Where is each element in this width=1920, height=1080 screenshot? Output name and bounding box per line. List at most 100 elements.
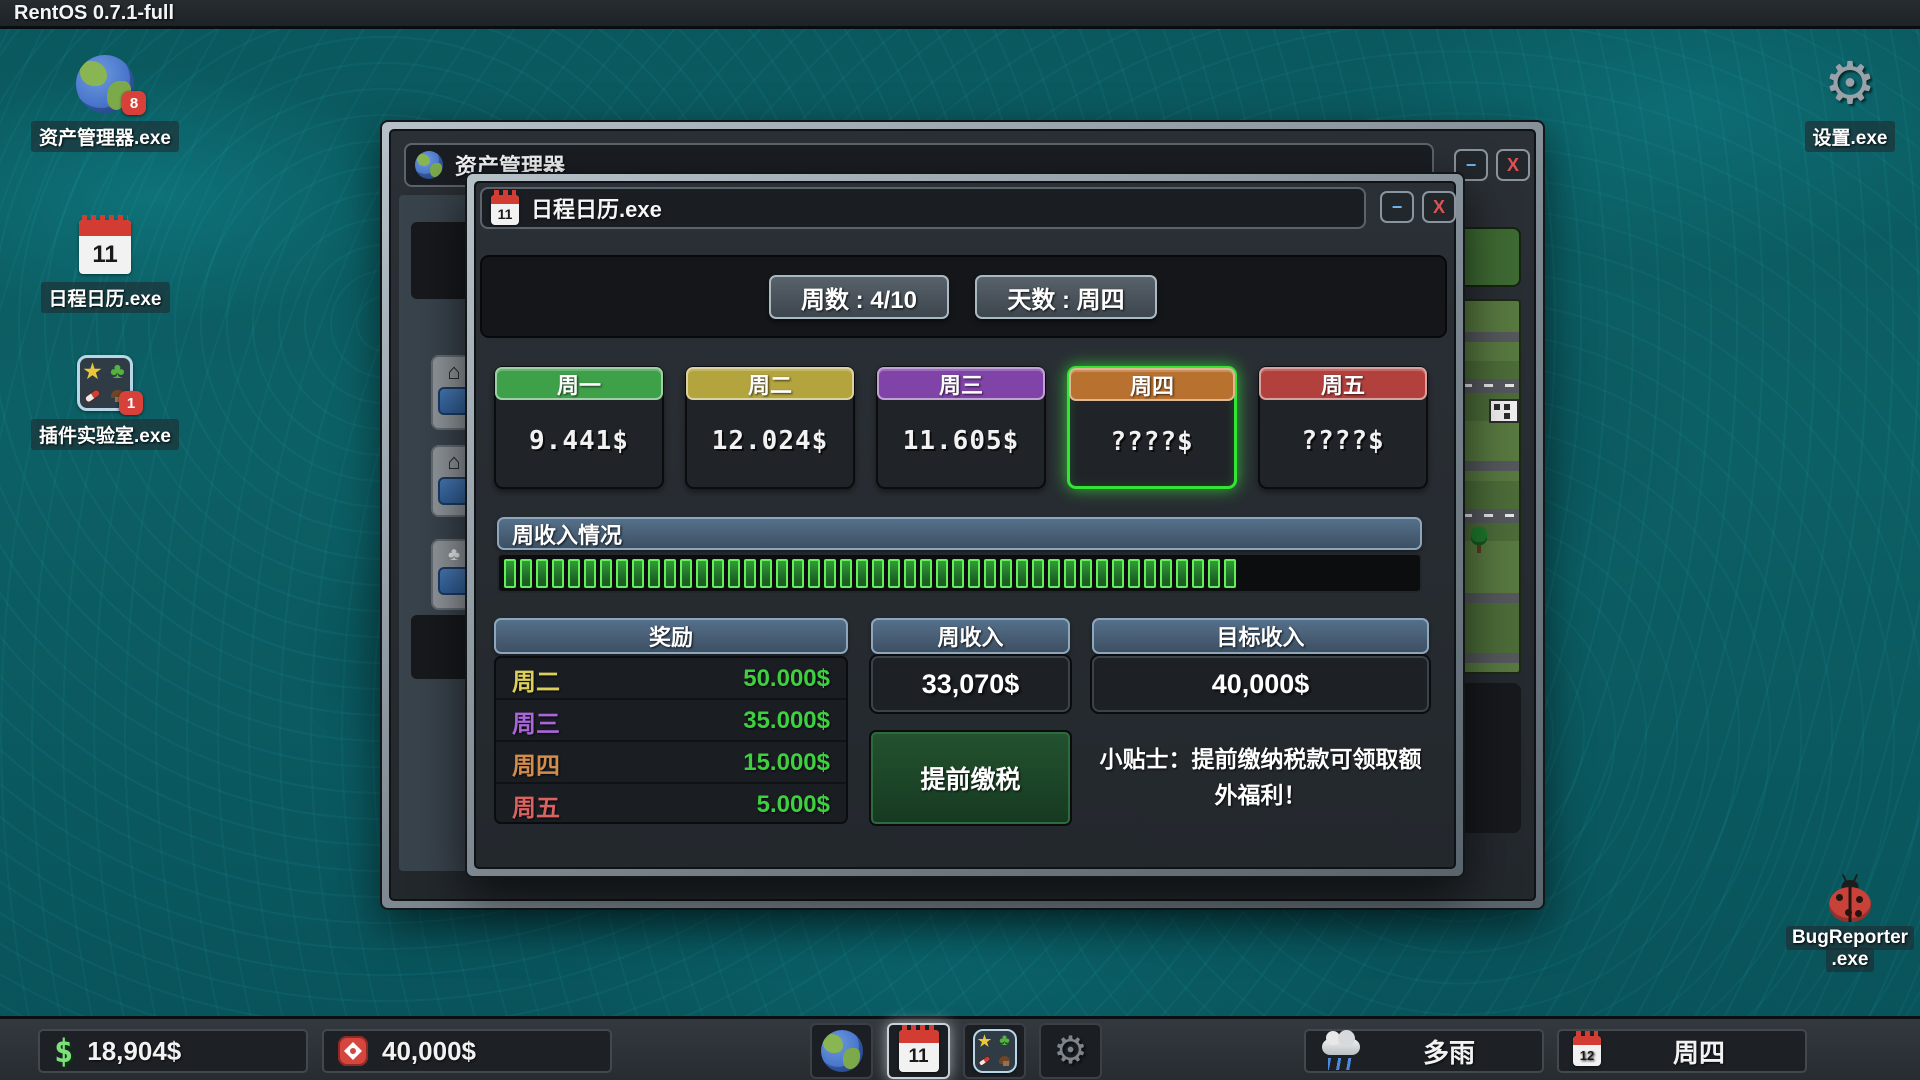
calendar-icon: 11 xyxy=(79,220,131,274)
taskbar-weather-box[interactable]: 多雨 xyxy=(1304,1029,1544,1073)
progress-segment xyxy=(1064,559,1076,588)
day-card-value: 12.024$ xyxy=(687,426,853,456)
plant-icon: ♣ xyxy=(448,545,460,563)
map-road xyxy=(1463,653,1519,663)
calendar-titlebar[interactable]: 11 日程日历.exe xyxy=(480,187,1366,229)
notification-badge: 8 xyxy=(122,91,146,115)
desktop-icon-calendar[interactable]: 11 日程日历.exe xyxy=(45,215,165,313)
reward-day: 周五 xyxy=(512,788,560,823)
progress-segment xyxy=(712,559,724,588)
week-number-button[interactable]: 周数 : 4/10 xyxy=(769,275,949,319)
reward-row: 周五 5.000$ xyxy=(496,784,846,824)
progress-segment xyxy=(1048,559,1060,588)
minimize-button[interactable]: − xyxy=(1380,191,1414,223)
close-button[interactable]: X xyxy=(1496,149,1530,181)
progress-segment xyxy=(664,559,676,588)
weekday-label: 周四 xyxy=(1607,1033,1791,1070)
reward-value: 5.000$ xyxy=(757,791,830,819)
week-day-panel xyxy=(480,255,1447,338)
desktop-icon-plugin-lab[interactable]: ★ ♣ 1 插件实验室.exe xyxy=(40,355,170,450)
progress-segment xyxy=(968,559,980,588)
day-card-value: ????$ xyxy=(1260,426,1426,456)
target-icon xyxy=(338,1036,368,1066)
day-cards: 周一9.441$周二12.024$周三11.605$周四????$周五????$ xyxy=(494,366,1440,489)
desktop-icon-label: .exe xyxy=(1826,948,1875,972)
day-card-3[interactable]: 周三11.605$ xyxy=(876,366,1046,489)
day-card-header: 周二 xyxy=(686,367,854,400)
day-card-4[interactable]: 周四????$ xyxy=(1067,366,1237,489)
globe-icon xyxy=(821,1030,863,1072)
reward-value: 50.000$ xyxy=(743,665,830,693)
taskbar-app-settings[interactable]: ⚙ xyxy=(1039,1023,1102,1079)
reward-row: 周四15.000$ xyxy=(496,742,846,784)
day-number-button[interactable]: 天数 : 周四 xyxy=(975,275,1157,319)
taskbar: $ 18,904$ 40,000$ 11 ★ ♣ ⚙ 多雨 xyxy=(0,1016,1920,1080)
income-progress-title: 周收入情况 xyxy=(497,517,1422,550)
calendar-icon-top xyxy=(79,220,131,236)
taskbar-app-calendar[interactable]: 11 xyxy=(887,1023,950,1079)
progress-segment xyxy=(920,559,932,588)
progress-segment xyxy=(1160,559,1172,588)
progress-segment xyxy=(840,559,852,588)
house-icon: ⌂ xyxy=(447,361,460,383)
day-card-2[interactable]: 周二 12.024$ xyxy=(685,366,855,489)
progress-segment xyxy=(1112,559,1124,588)
reward-day: 周四 xyxy=(512,746,560,781)
progress-segment xyxy=(1176,559,1188,588)
progress-segment xyxy=(632,559,644,588)
reward-value: 35.000$ xyxy=(743,707,830,735)
day-card-header: 周四 xyxy=(1069,368,1235,401)
progress-segment xyxy=(504,559,516,588)
week-income-title: 周收入 xyxy=(871,618,1070,654)
progress-segment xyxy=(1128,559,1140,588)
taskbar-money-box[interactable]: $ 18,904$ xyxy=(38,1029,308,1073)
progress-segment xyxy=(872,559,884,588)
day-card-5[interactable]: 周五????$ xyxy=(1258,366,1428,489)
progress-segment xyxy=(776,559,788,588)
income-progress-track xyxy=(497,553,1422,593)
reward-row: 周三35.000$ xyxy=(496,700,846,742)
calendar-window: 11 日程日历.exe − X 周数 : 4/10 天数 : 周四 周一9.44… xyxy=(465,172,1465,878)
map-road xyxy=(1463,461,1519,471)
clover-glyph: ♣ xyxy=(999,1032,1010,1050)
close-button[interactable]: X xyxy=(1422,191,1456,223)
taskbar-app-plugin-lab[interactable]: ★ ♣ xyxy=(963,1023,1026,1079)
ladybug-icon xyxy=(1826,880,1874,922)
day-card-header: 周一 xyxy=(495,367,663,400)
calendar-window-body: 11 日程日历.exe − X 周数 : 4/10 天数 : 周四 周一9.44… xyxy=(474,181,1456,869)
rain-lines xyxy=(1328,1058,1355,1070)
gear-icon: ⚙ xyxy=(1053,1032,1087,1070)
rain-cloud-icon xyxy=(1320,1031,1364,1071)
taskbar-app-asset-manager[interactable] xyxy=(810,1023,873,1079)
progress-segment xyxy=(904,559,916,588)
day-card-1[interactable]: 周一9.441$ xyxy=(494,366,664,489)
reward-row: 周二50.000$ xyxy=(496,658,846,700)
progress-segment xyxy=(792,559,804,588)
taskbar-day-box[interactable]: 12 周四 xyxy=(1557,1029,1807,1073)
progress-segment xyxy=(1016,559,1028,588)
progress-segment xyxy=(1032,559,1044,588)
desktop-icon-bug-reporter[interactable]: BugReporter .exe xyxy=(1790,880,1910,972)
progress-segment xyxy=(552,559,564,588)
progress-segment xyxy=(616,559,628,588)
progress-segment xyxy=(584,559,596,588)
house-icon: ⌂ xyxy=(447,451,460,473)
progress-segment xyxy=(1000,559,1012,588)
taskbar-target-box[interactable]: 40,000$ xyxy=(322,1029,612,1073)
money-value: 18,904$ xyxy=(87,1036,181,1067)
progress-segment xyxy=(1224,559,1236,588)
desktop-icon-settings[interactable]: ⚙ 设置.exe xyxy=(1800,55,1900,152)
desktop-icon-label: 日程日历.exe xyxy=(41,282,170,313)
desktop-icon-asset-manager[interactable]: 8 资产管理器.exe xyxy=(45,55,165,152)
pay-tax-early-button[interactable]: 提前缴税 xyxy=(871,732,1070,824)
progress-segment xyxy=(568,559,580,588)
progress-segment xyxy=(744,559,756,588)
mushroom-glyph xyxy=(999,1056,1010,1066)
city-map[interactable] xyxy=(1461,299,1521,674)
globe-icon xyxy=(415,151,443,179)
day-card-header: 周三 xyxy=(877,367,1045,400)
progress-segment xyxy=(520,559,532,588)
star-glyph: ★ xyxy=(978,1032,991,1050)
week-income-value: 33,070$ xyxy=(871,656,1070,712)
calendar-icon: 11 xyxy=(899,1030,939,1072)
